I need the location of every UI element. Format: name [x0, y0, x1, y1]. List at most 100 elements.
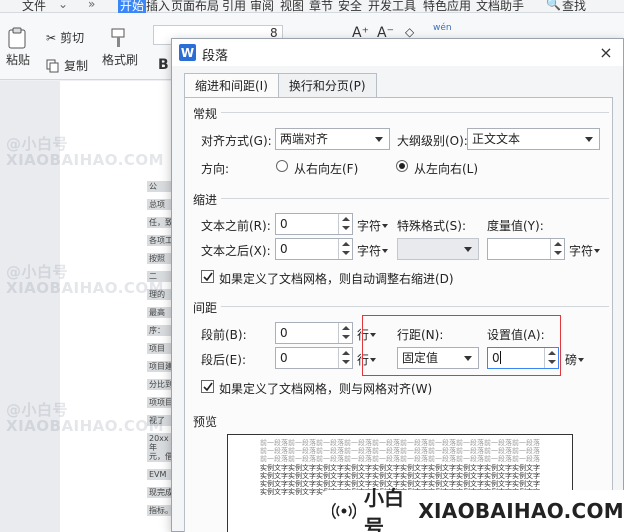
- indent-after-unit[interactable]: 字符: [357, 242, 389, 259]
- scissors-icon: ✂: [46, 30, 57, 45]
- measure-spinner[interactable]: [487, 238, 565, 260]
- special-format-select[interactable]: [397, 238, 479, 260]
- ribbon-tab-security[interactable]: 安全: [338, 0, 362, 14]
- radio-ltr[interactable]: [396, 160, 408, 172]
- indent-after-spinner[interactable]: 0: [275, 238, 353, 260]
- chevron-down-icon: [578, 358, 585, 362]
- space-after-spinner[interactable]: 0: [275, 347, 353, 369]
- pinyin-guide-icon[interactable]: wén: [433, 23, 452, 33]
- indent-before-label: 文本之前(R):: [201, 219, 271, 233]
- brand-footer: 小白号 XIAOBAIHAO.COM: [322, 486, 624, 532]
- dialog-title: 段落: [202, 49, 229, 64]
- file-menu[interactable]: 文件: [22, 0, 46, 14]
- section-divider: [221, 306, 609, 307]
- indent-before-value: 0: [280, 217, 288, 231]
- format-painter-button[interactable]: 格式刷: [102, 27, 138, 68]
- line-spacing-label: 行距(N):: [397, 328, 444, 342]
- preview-sample-line: 实例文字实例文字实例文字实例文字实例文字实例文字实例文字实例文字实例文字实例文字: [260, 464, 540, 472]
- spinner-buttons[interactable]: [338, 348, 352, 368]
- space-before-unit[interactable]: 行: [357, 326, 377, 343]
- unit-label: 字符: [357, 244, 382, 258]
- radio-rtl[interactable]: [276, 160, 288, 172]
- chevron-down-icon: [370, 333, 377, 337]
- direction-label: 方向:: [201, 162, 230, 176]
- arrow-down-icon: [342, 335, 350, 339]
- arrow-up-icon: [342, 242, 350, 246]
- tab-indent-spacing[interactable]: 缩进和间距(I): [184, 73, 279, 99]
- ribbon-tab-view[interactable]: 视图: [280, 0, 304, 14]
- alignment-select[interactable]: 两端对齐: [275, 128, 390, 150]
- arrow-up-icon: [342, 351, 350, 355]
- double-chevron-icon[interactable]: »: [88, 0, 95, 11]
- set-value-unit[interactable]: 磅: [565, 351, 585, 368]
- copy-icon: [46, 59, 59, 72]
- section-spacing: 间距: [193, 301, 218, 315]
- ribbon-tab-developer[interactable]: 开发工具: [368, 0, 416, 14]
- clear-format-icon[interactable]: ◇: [405, 25, 414, 39]
- ribbon-tab-page-layout[interactable]: 页面布局: [171, 0, 219, 14]
- space-before-spinner[interactable]: 0: [275, 322, 353, 344]
- ribbon-tab-home[interactable]: 开始: [118, 0, 147, 14]
- spinner-buttons[interactable]: [338, 323, 352, 343]
- section-indent: 缩进: [193, 193, 218, 207]
- spinner-buttons[interactable]: [550, 239, 564, 259]
- outline-level-select[interactable]: 正文文本: [467, 128, 600, 150]
- paste-button[interactable]: 粘贴: [6, 27, 32, 68]
- tab-line-page-breaks[interactable]: 换行和分页(P): [277, 73, 377, 98]
- unit-label: 字符: [569, 244, 594, 258]
- spinner-buttons[interactable]: [338, 239, 352, 259]
- auto-adjust-label[interactable]: 如果定义了文档网格，则自动调整右缩进(D): [219, 270, 454, 287]
- space-before-value: 0: [280, 326, 288, 340]
- paragraph-dialog: W 段落 × 缩进和间距(I) 换行和分页(P) 常规 对齐方式(G): 两端对…: [171, 38, 624, 532]
- preview-prev-line: 前一段落前一段落前一段落前一段落前一段落前一段落前一段落前一段落前一段落前一段落: [260, 439, 540, 447]
- chevron-down-icon[interactable]: ⌄: [58, 0, 68, 11]
- ribbon-tab-insert[interactable]: 插入: [146, 0, 170, 14]
- ribbon-tab-references[interactable]: 引用: [222, 0, 246, 14]
- unit-label: 行: [357, 328, 370, 342]
- auto-adjust-checkbox[interactable]: [201, 270, 214, 283]
- indent-before-unit[interactable]: 字符: [357, 217, 389, 234]
- snap-grid-checkbox[interactable]: [201, 380, 214, 393]
- search-label[interactable]: 查找: [562, 0, 586, 14]
- text-caret: [499, 351, 501, 364]
- search-icon[interactable]: 🔍: [546, 0, 561, 11]
- arrow-down-icon: [342, 360, 350, 364]
- arrow-down-icon: [342, 251, 350, 255]
- spinner-buttons[interactable]: [338, 214, 352, 234]
- ltr-label[interactable]: 从左向右(L): [414, 160, 478, 177]
- measure-unit[interactable]: 字符: [569, 242, 601, 259]
- brush-icon: [111, 28, 125, 47]
- format-painter-label: 格式刷: [102, 53, 139, 67]
- section-general: 常规: [193, 107, 218, 121]
- space-after-value: 0: [280, 351, 288, 365]
- snap-grid-label[interactable]: 如果定义了文档网格，则与网格对齐(W): [219, 380, 432, 397]
- cut-button[interactable]: ✂ 剪切: [46, 29, 84, 46]
- rtl-label[interactable]: 从右向左(F): [294, 160, 358, 177]
- bold-button[interactable]: B: [158, 57, 169, 73]
- chevron-down-icon: [464, 356, 472, 361]
- ribbon-tab-review[interactable]: 审阅: [250, 0, 274, 14]
- special-format-label: 特殊格式(S):: [397, 219, 467, 233]
- watermark-url: XIAOBAIHAO.COM: [6, 417, 165, 435]
- arrow-up-icon: [554, 242, 562, 246]
- set-value-spinner[interactable]: 0: [487, 347, 559, 369]
- copy-button[interactable]: 复制: [46, 57, 88, 74]
- preview-prev-line: 前一段落前一段落前一段落前一段落前一段落前一段落前一段落前一段落前一段落前一段落: [260, 455, 540, 463]
- ribbon-tab-chapter[interactable]: 章节: [309, 0, 333, 14]
- close-button[interactable]: ×: [597, 43, 615, 62]
- line-spacing-select[interactable]: 固定值: [397, 347, 479, 369]
- dialog-tabs: 缩进和间距(I) 换行和分页(P): [184, 73, 377, 99]
- watermark-url: XIAOBAIHAO.COM: [6, 151, 165, 169]
- indent-after-label: 文本之后(X):: [201, 244, 271, 258]
- alignment-value: 两端对齐: [280, 132, 329, 146]
- spinner-buttons[interactable]: [544, 348, 558, 368]
- space-after-unit[interactable]: 行: [357, 351, 377, 368]
- arrow-up-icon: [342, 326, 350, 330]
- ribbon-tab-doc-assistant[interactable]: 文档助手: [476, 0, 524, 14]
- ribbon-tab-special[interactable]: 特色应用: [423, 0, 471, 14]
- indent-before-spinner[interactable]: 0: [275, 213, 353, 235]
- chevron-down-icon: [382, 224, 389, 228]
- chevron-down-icon: [370, 358, 377, 362]
- cut-label: 剪切: [60, 31, 85, 45]
- brand-name: 小白号: [363, 486, 404, 532]
